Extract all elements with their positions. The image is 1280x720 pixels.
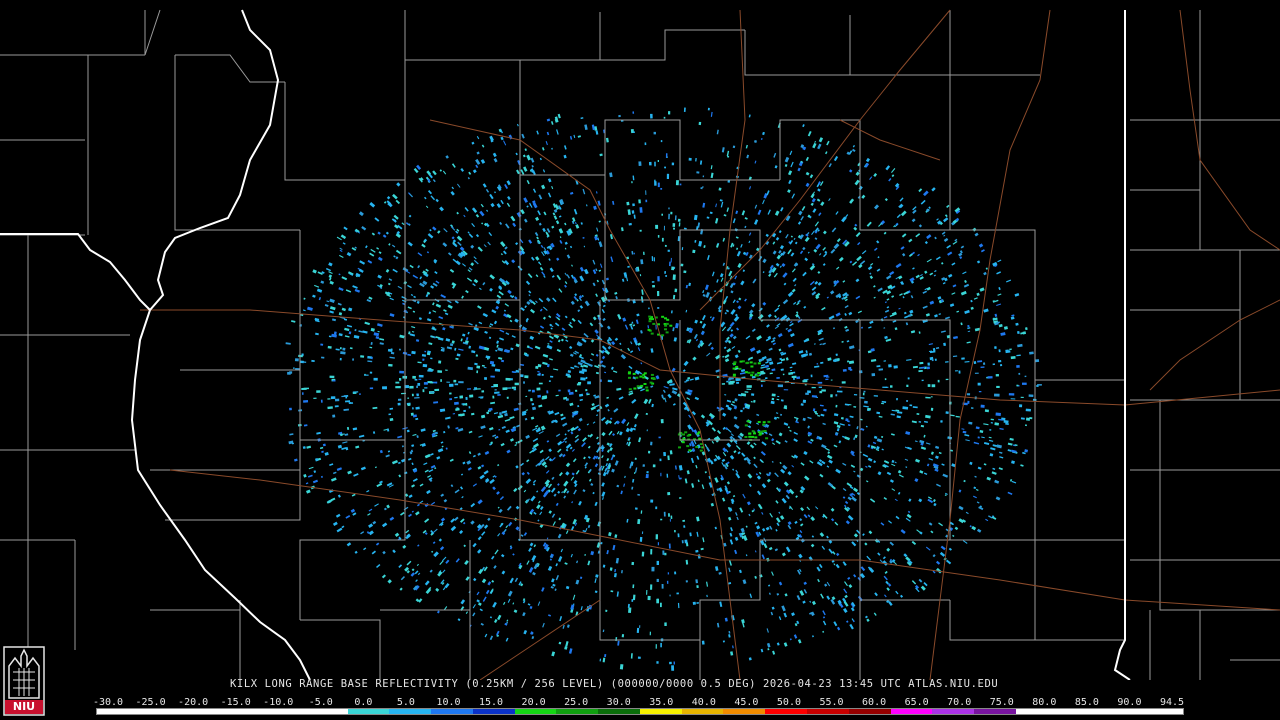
colorbar-segment [472, 709, 515, 714]
colorbar-segment [389, 709, 432, 714]
colorbar-segment [681, 709, 724, 714]
colorbar-tick: 40.0 [691, 697, 716, 708]
colorbar-segment [1057, 709, 1100, 714]
colorbar-tick: 75.0 [989, 697, 1014, 708]
colorbar-tick: -20.0 [178, 697, 209, 708]
colorbar-tick: 30.0 [606, 697, 631, 708]
colorbar-segment [807, 709, 849, 714]
colorbar-segment [264, 709, 306, 714]
colorbar-tick: 15.0 [478, 697, 504, 708]
colorbar-tick: -30.0 [92, 697, 124, 708]
colorbar-segment [97, 709, 139, 714]
colorbar-tick: -10.0 [263, 697, 294, 708]
colorbar-tick: 90.0 [1117, 697, 1142, 708]
colorbar-segment [890, 709, 933, 714]
colorbar-segment [431, 709, 473, 714]
colorbar-tick: -25.0 [135, 697, 166, 708]
state-boundaries [0, 9, 1131, 680]
reflectivity-colorbar [96, 708, 1184, 715]
colorbar-segment [556, 709, 599, 714]
colorbar-tick: 45.0 [734, 697, 759, 708]
colorbar-segment [1099, 709, 1142, 714]
colorbar-segment [598, 709, 640, 714]
colorbar-segment [974, 709, 1016, 714]
colorbar-tick: 55.0 [819, 697, 844, 708]
colorbar-tick: 25.0 [564, 697, 589, 708]
colorbar-tick: -5.0 [308, 697, 333, 708]
colorbar-segment [1015, 709, 1058, 714]
colorbar-tick: 80.0 [1032, 697, 1057, 708]
radar-map [0, 9, 1280, 680]
colorbar-segment [305, 709, 348, 714]
colorbar-segment [1141, 709, 1183, 714]
colorbar-tick: 35.0 [649, 697, 674, 708]
colorbar-segment [514, 709, 557, 714]
colorbar-segment [222, 709, 265, 714]
colorbar-tick: 50.0 [776, 697, 801, 708]
colorbar-segment [932, 709, 975, 714]
colorbar-tick: 65.0 [904, 697, 929, 708]
colorbar-tick: 85.0 [1074, 697, 1099, 708]
colorbar-tick: 10.0 [436, 697, 461, 708]
radar-echoes [285, 107, 1042, 671]
colorbar-segment [723, 709, 766, 714]
colorbar-segment [765, 709, 808, 714]
colorbar-tick: 20.0 [521, 697, 546, 708]
colorbar-segment [138, 709, 181, 714]
colorbar-tick: 0.0 [354, 697, 373, 708]
colorbar-segment [347, 709, 390, 714]
logo-label: NIU [12, 700, 36, 713]
colorbar-tick: 94.5 [1159, 697, 1185, 708]
colorbar-segment [848, 709, 891, 714]
colorbar-segment [639, 709, 682, 714]
colorbar-tick: -15.0 [220, 697, 251, 708]
colorbar-tick: 60.0 [862, 697, 887, 708]
colorbar-segment [180, 709, 223, 714]
colorbar-tick: 70.0 [947, 697, 972, 708]
colorbar-tick: 5.0 [396, 697, 415, 708]
product-caption: KILX LONG RANGE BASE REFLECTIVITY (0.25K… [230, 678, 999, 690]
colorbar-tick-labels: -30.0 -25.0 -20.0 -15.0 -10.0 -5.0 0.0 5.0 10.0 1… [0, 697, 1280, 708]
